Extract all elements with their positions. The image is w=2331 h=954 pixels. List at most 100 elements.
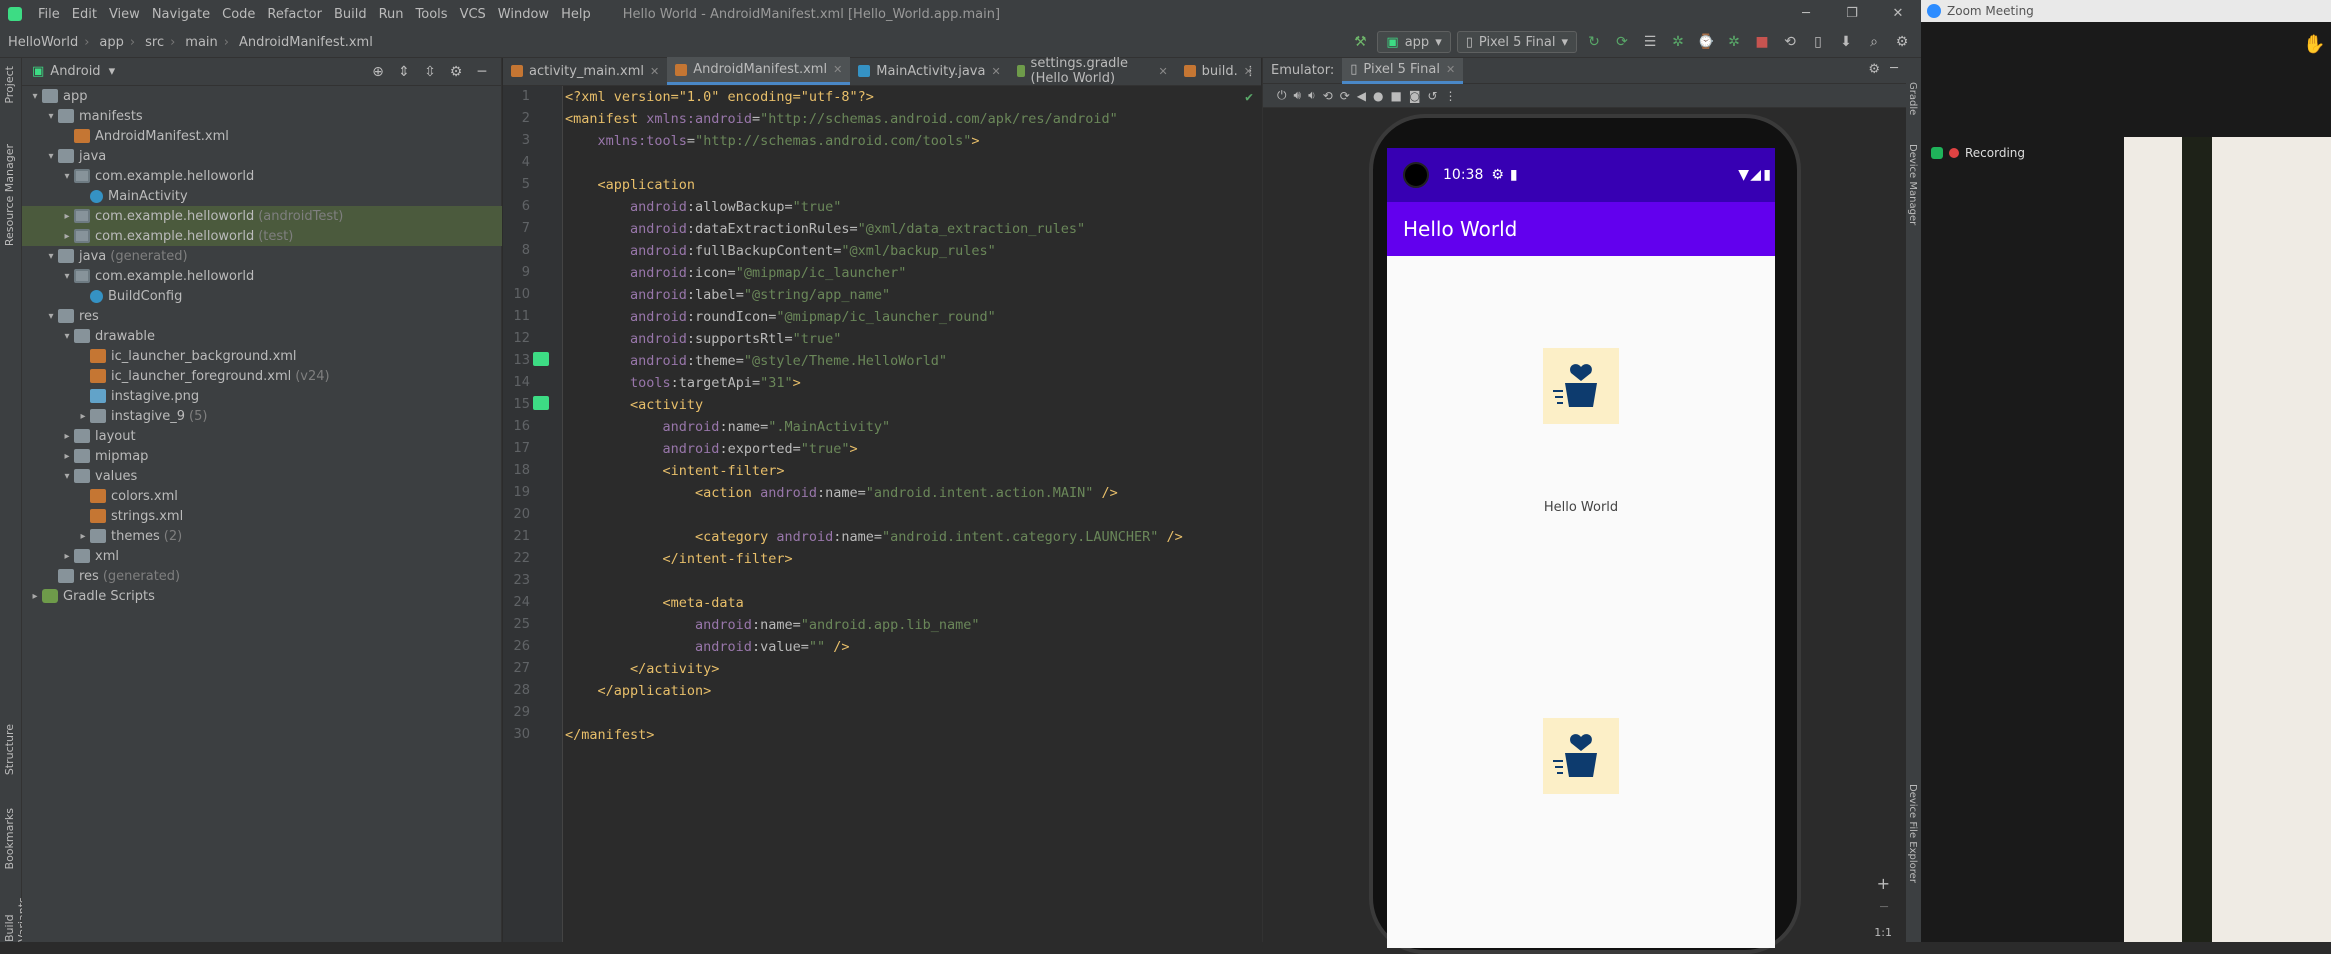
debug-icon[interactable]: ✲ — [1667, 31, 1689, 53]
code-line[interactable]: android:name=".MainActivity" — [565, 416, 1261, 438]
code-line[interactable]: <meta-data — [565, 592, 1261, 614]
code-line[interactable]: <activity — [565, 394, 1261, 416]
restore-icon[interactable]: ❐ — [1829, 0, 1875, 28]
tree-item[interactable]: ▾ manifests — [22, 106, 502, 126]
code-line[interactable]: <application — [565, 174, 1261, 196]
zoom-out-icon[interactable]: ─ — [1880, 900, 1888, 915]
tree-item[interactable]: ▾ res — [22, 306, 502, 326]
code-line[interactable]: tools:targetApi="31"> — [565, 372, 1261, 394]
rotate-left-icon[interactable]: ⟲ — [1323, 89, 1333, 103]
tree-item[interactable]: ▾ com.example.helloworld — [22, 266, 502, 286]
zoom-ratio[interactable]: 1:1 — [1874, 926, 1892, 939]
attach-debugger-icon[interactable]: ✲ — [1723, 31, 1745, 53]
rotate-right-icon[interactable]: ⟳ — [1340, 89, 1350, 103]
breadcrumb-item[interactable]: main — [177, 35, 221, 50]
menu-item[interactable]: Build — [328, 7, 373, 22]
code-line[interactable]: android:theme="@style/Theme.HelloWorld" — [565, 350, 1261, 372]
more-icon[interactable]: ⋮ — [1445, 89, 1457, 103]
tree-arrow-icon[interactable]: ▾ — [44, 151, 58, 162]
tab-2[interactable]: MainActivity.java ✕ — [850, 57, 1008, 85]
tree-item[interactable]: ▸ com.example.helloworld (test) — [22, 226, 502, 246]
tree-item[interactable]: ▸ mipmap — [22, 446, 502, 466]
code-line[interactable]: android:supportsRtl="true" — [565, 328, 1261, 350]
close-tab-icon[interactable]: ✕ — [991, 65, 1000, 78]
tree-item[interactable]: ▸ layout — [22, 426, 502, 446]
code-line[interactable]: </manifest> — [565, 724, 1261, 746]
code-line[interactable]: android:roundIcon="@mipmap/ic_launcher_r… — [565, 306, 1261, 328]
resource-manager-tool-tab[interactable]: Resource Manager — [3, 144, 16, 246]
zoom-in-icon[interactable]: + — [1877, 874, 1890, 893]
device-select[interactable]: ▯ Pixel 5 Final ▾ — [1456, 31, 1577, 53]
tree-arrow-icon[interactable]: ▾ — [60, 331, 74, 342]
tree-item[interactable]: ▾ com.example.helloworld — [22, 166, 502, 186]
tab-0[interactable]: activity_main.xml ✕ — [503, 57, 667, 85]
hide-panel-icon[interactable]: ─ — [471, 61, 493, 83]
sdk-manager-icon[interactable]: ⬇ — [1835, 31, 1857, 53]
code-line[interactable] — [565, 504, 1261, 526]
device-manager-tool-tab[interactable]: Device Manager — [1907, 144, 1918, 225]
breadcrumb-item[interactable]: AndroidManifest.xml — [231, 35, 377, 50]
tree-item[interactable]: ▸ xml — [22, 546, 502, 566]
code-line[interactable]: <intent-filter> — [565, 460, 1261, 482]
code-line[interactable]: android:fullBackupContent="@xml/backup_r… — [565, 240, 1261, 262]
menu-item[interactable]: Refactor — [261, 7, 328, 22]
tree-item[interactable]: ▾ java (generated) — [22, 246, 502, 266]
code-line[interactable]: android:exported="true"> — [565, 438, 1261, 460]
overview-icon[interactable]: ■ — [1390, 89, 1401, 103]
minimize-icon[interactable]: ─ — [1783, 0, 1829, 28]
code-line[interactable]: android:name="android.app.lib_name" — [565, 614, 1261, 636]
search-icon[interactable]: ⌕ — [1863, 31, 1885, 53]
apply-changes-icon[interactable]: ⟳ — [1611, 31, 1633, 53]
stop-icon[interactable]: ■ — [1751, 31, 1773, 53]
tree-item[interactable]: ▾ values — [22, 466, 502, 486]
hide-panel-icon[interactable]: ─ — [1890, 61, 1898, 76]
tree-arrow-icon[interactable]: ▸ — [60, 451, 74, 462]
code-line[interactable]: xmlns:tools="http://schemas.android.com/… — [565, 130, 1261, 152]
gear-icon[interactable]: ⚙ — [445, 61, 467, 83]
tree-item[interactable]: ▾ app — [22, 86, 502, 106]
tree-item[interactable]: AndroidManifest.xml — [22, 126, 502, 146]
tree-item[interactable]: BuildConfig — [22, 286, 502, 306]
close-tab-icon[interactable]: ✕ — [1158, 65, 1167, 78]
menu-item[interactable]: File — [32, 7, 66, 22]
tree-item[interactable]: ic_launcher_background.xml — [22, 346, 502, 366]
back-icon[interactable]: ◀ — [1357, 89, 1366, 103]
device-file-explorer-tool-tab[interactable]: Device File Explorer — [1907, 784, 1918, 883]
device-screen[interactable]: 10:38 ⚙ ▮ ▼ ◢ ▮ Hello World Hello World — [1387, 148, 1775, 948]
close-tab-icon[interactable]: ✕ — [833, 63, 842, 76]
sync-gradle-icon[interactable]: ⟲ — [1779, 31, 1801, 53]
menu-item[interactable]: Navigate — [146, 7, 216, 22]
code-line[interactable] — [565, 152, 1261, 174]
tree-arrow-icon[interactable]: ▾ — [60, 271, 74, 282]
code-line[interactable]: </intent-filter> — [565, 548, 1261, 570]
tree-item[interactable]: instagive.png — [22, 386, 502, 406]
code-line[interactable]: android:icon="@mipmap/ic_launcher" — [565, 262, 1261, 284]
code-line[interactable]: <?xml version="1.0" encoding="utf-8"?> — [565, 86, 1261, 108]
raise-hand-icon[interactable]: ✋ — [2303, 34, 2325, 55]
tree-arrow-icon[interactable]: ▸ — [60, 551, 74, 562]
tab-overflow-icon[interactable]: ⋮ — [1244, 64, 1257, 79]
code-line[interactable]: </application> — [565, 680, 1261, 702]
tree-arrow-icon[interactable]: ▸ — [76, 411, 90, 422]
gradle-tool-tab[interactable]: Gradle — [1907, 82, 1918, 115]
code-line[interactable]: <manifest xmlns:android="http://schemas.… — [565, 108, 1261, 130]
code-line[interactable]: </activity> — [565, 658, 1261, 680]
tab-1[interactable]: AndroidManifest.xml ✕ — [667, 57, 851, 85]
menu-item[interactable]: Edit — [66, 7, 103, 22]
recording-indicator[interactable]: Recording — [1931, 146, 2025, 160]
project-tool-tab[interactable]: Project — [3, 66, 16, 104]
code-line[interactable]: <category android:name="android.intent.c… — [565, 526, 1261, 548]
tree-item[interactable]: MainActivity — [22, 186, 502, 206]
power-icon[interactable]: ⏻ — [1277, 88, 1287, 103]
close-icon[interactable]: ✕ — [1875, 0, 1921, 28]
menu-item[interactable]: VCS — [454, 7, 492, 22]
android-gutter-icon[interactable] — [533, 396, 549, 410]
tree-item[interactable]: ▾ java — [22, 146, 502, 166]
tree-item[interactable]: ▸ themes (2) — [22, 526, 502, 546]
chevron-down-icon[interactable]: ▾ — [109, 64, 116, 79]
collapse-all-icon[interactable]: ⇳ — [419, 61, 441, 83]
tree-item[interactable]: strings.xml — [22, 506, 502, 526]
tree-arrow-icon[interactable]: ▾ — [44, 311, 58, 322]
bookmarks-tool-tab[interactable]: Bookmarks — [3, 808, 16, 869]
code-area[interactable]: ✔ <?xml version="1.0" encoding="utf-8"?>… — [565, 86, 1261, 942]
